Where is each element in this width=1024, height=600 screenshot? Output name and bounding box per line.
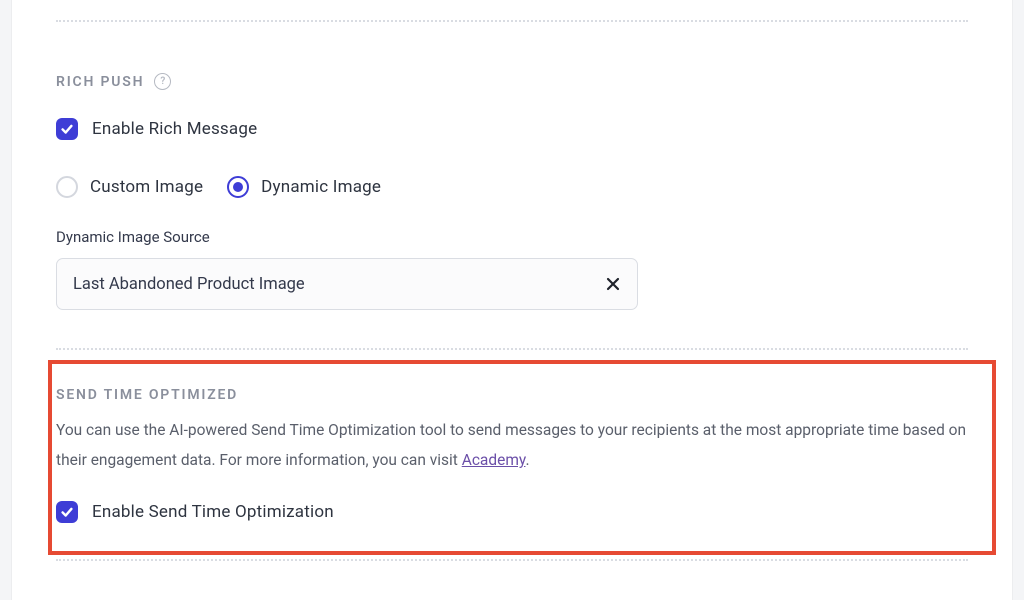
dynamic-image-source-field-section: Dynamic Image Source Last Abandoned Prod… [56,228,968,310]
dynamic-image-source-input[interactable]: Last Abandoned Product Image [56,258,638,310]
dynamic-image-source-value: Last Abandoned Product Image [73,275,305,294]
highlight-box-sto [48,360,996,555]
radio-dynamic-image[interactable]: Dynamic Image [227,176,381,198]
dynamic-image-source-label: Dynamic Image Source [56,228,968,246]
divider-middle [56,348,968,351]
clear-icon[interactable] [605,276,621,292]
rich-push-title: RICH PUSH [56,74,144,90]
radio-custom-image-label: Custom Image [90,177,203,197]
radio-custom-image[interactable]: Custom Image [56,176,203,198]
help-icon[interactable]: ? [154,73,171,90]
enable-rich-message-row[interactable]: Enable Rich Message [56,118,968,140]
checkbox-enable-rich-message[interactable] [56,118,78,140]
check-icon [60,122,74,136]
radio-dynamic-image-circle [227,176,249,198]
enable-rich-message-label: Enable Rich Message [92,119,257,139]
radio-custom-image-circle [56,176,78,198]
radio-dynamic-image-label: Dynamic Image [261,177,381,197]
divider-bottom [56,559,968,562]
divider-top [56,20,968,23]
